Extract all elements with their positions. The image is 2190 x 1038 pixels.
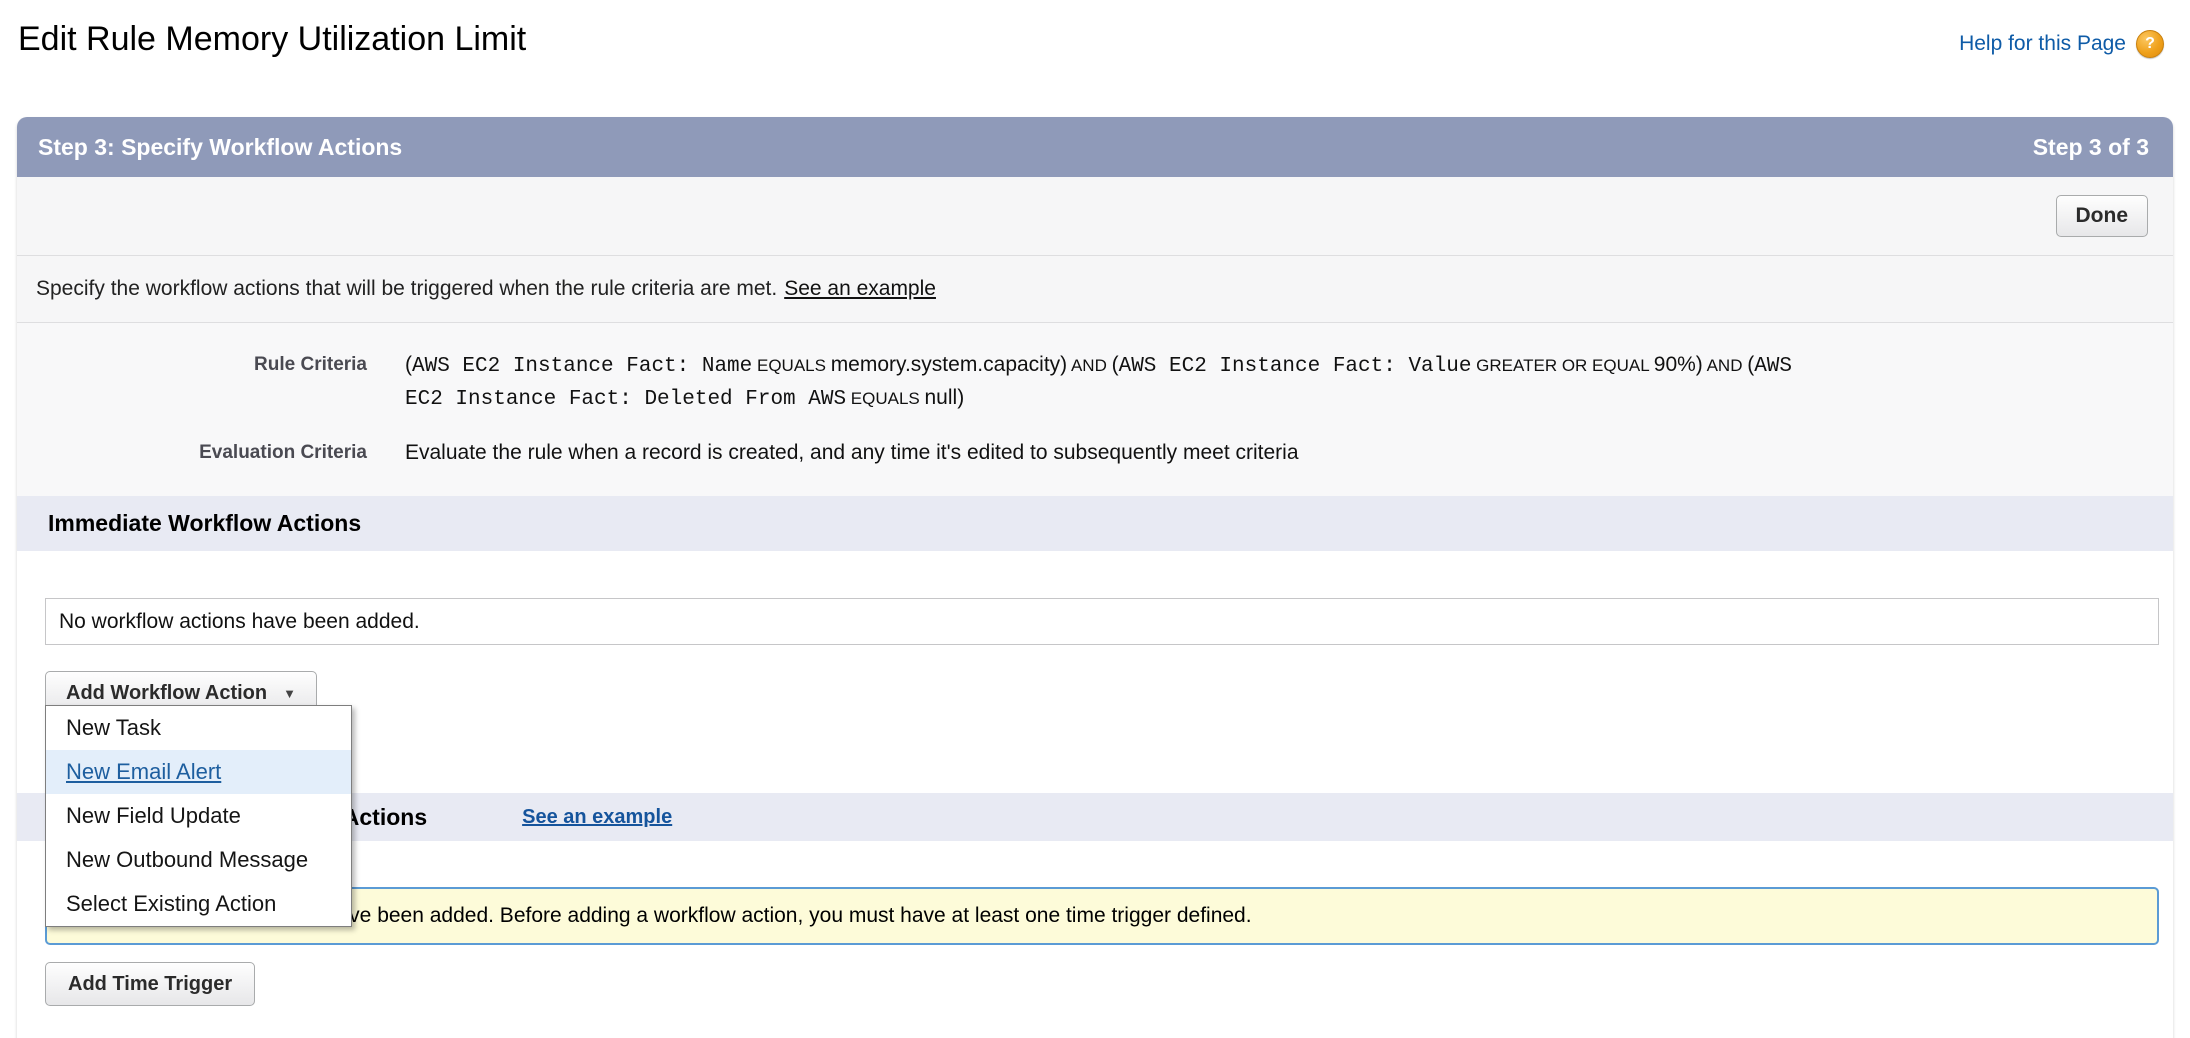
chevron-down-icon: ▼ [283,686,296,701]
evaluation-criteria-value: Evaluate the rule when a record is creat… [405,437,1299,468]
rule-criteria-segment: ( [1112,353,1119,376]
immediate-actions-title: Immediate Workflow Actions [48,510,361,537]
menu-item-select-existing-action[interactable]: Select Existing Action [46,882,351,926]
evaluation-criteria-label: Evaluation Criteria [17,437,405,468]
rule-criteria-segment: AND [1703,356,1747,375]
time-trigger-warning-box: No time-dependent actions have been adde… [45,887,2159,945]
rule-criteria-segment: null) [925,386,965,409]
help-for-this-page-link[interactable]: Help for this Page [1959,32,2126,56]
menu-item-new-outbound-message[interactable]: New Outbound Message [46,838,351,882]
wizard-step-title: Step 3: Specify Workflow Actions [38,134,402,161]
menu-item-new-task[interactable]: New Task [46,706,351,750]
add-workflow-action-label: Add Workflow Action [66,682,267,705]
done-button[interactable]: Done [2056,195,2149,237]
immediate-actions-header: Immediate Workflow Actions [17,496,2173,551]
help-area: Help for this Page ? [1959,30,2164,58]
time-dependent-see-example-link[interactable]: See an example [522,806,672,829]
no-actions-message-box: No workflow actions have been added. [45,598,2159,645]
instructions-row: Specify the workflow actions that will b… [17,255,2173,322]
rule-criteria-segment: EQUALS [752,356,830,375]
rule-criteria-row: Rule Criteria (AWS EC2 Instance Fact: Na… [17,349,2173,415]
wizard-step-indicator: Step 3 of 3 [2033,134,2149,161]
rule-criteria-segment: AWS EC2 Instance Fact: Name [412,355,752,378]
menu-item-new-email-alert[interactable]: New Email Alert [46,750,351,794]
add-time-trigger-button[interactable]: Add Time Trigger [45,962,255,1006]
rule-criteria-segment: GREATER OR EQUAL [1471,356,1653,375]
rule-criteria-segment: AND [1067,356,1111,375]
add-workflow-action-menu: New Task New Email Alert New Field Updat… [45,705,352,927]
done-button-row: Done [17,177,2173,255]
page-title: Edit Rule Memory Utilization Limit [18,20,526,59]
criteria-summary-section: Rule Criteria (AWS EC2 Instance Fact: Na… [17,322,2173,496]
rule-criteria-segment: AWS EC2 Instance Fact: Value [1119,355,1472,378]
instructions-text: Specify the workflow actions that will b… [36,277,777,301]
rule-criteria-segment: EQUALS [846,389,924,408]
wizard-step-header: Step 3: Specify Workflow Actions Step 3 … [17,117,2173,177]
rule-criteria-label: Rule Criteria [17,349,405,415]
no-actions-message: No workflow actions have been added. [59,610,420,634]
evaluation-criteria-row: Evaluation Criteria Evaluate the rule wh… [17,437,2173,468]
rule-criteria-segment: memory.system.capacity) [831,353,1068,376]
menu-item-new-field-update[interactable]: New Field Update [46,794,351,838]
rule-criteria-value: (AWS EC2 Instance Fact: Name EQUALS memo… [405,349,1805,415]
rule-criteria-segment: ( [405,353,412,376]
rule-criteria-segment: 90%) [1654,353,1703,376]
see-an-example-link[interactable]: See an example [784,277,936,301]
help-question-icon[interactable]: ? [2136,30,2164,58]
